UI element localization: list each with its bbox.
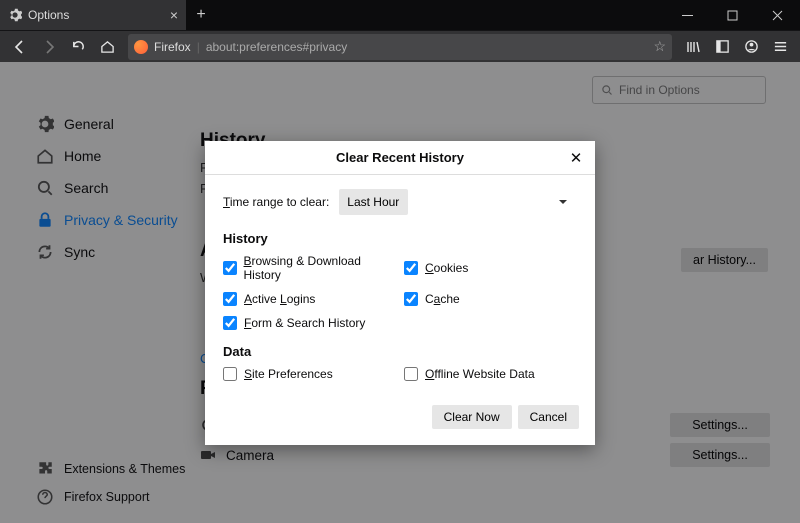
titlebar: Options × + [0, 0, 800, 30]
account-button[interactable] [737, 33, 765, 61]
ck-offline[interactable]: Offline Website Data [404, 367, 577, 381]
tab-title: Options [28, 8, 69, 22]
ck-form[interactable]: Form & Search History [223, 316, 396, 330]
firefox-icon [134, 40, 148, 54]
home-button[interactable] [93, 33, 121, 61]
minimize-button[interactable] [665, 0, 710, 30]
ck-siteprefs[interactable]: Site Preferences [223, 367, 396, 381]
cancel-button[interactable]: Cancel [518, 405, 579, 429]
bookmark-star-icon[interactable]: ☆ [653, 38, 666, 55]
new-tab-button[interactable]: + [186, 0, 216, 30]
dialog-close-button[interactable]: ✕ [567, 149, 585, 167]
ck-cookies[interactable]: Cookies [404, 254, 577, 282]
forward-button[interactable] [35, 33, 63, 61]
ck-cache[interactable]: Cache [404, 292, 577, 306]
reload-button[interactable] [64, 33, 92, 61]
url-bar[interactable]: Firefox | about:preferences#privacy ☆ [128, 34, 672, 60]
ck-logins[interactable]: Active Logins [223, 292, 396, 306]
library-button[interactable] [679, 33, 707, 61]
content: General Home Search Privacy & Security S… [0, 62, 800, 523]
menu-button[interactable] [766, 33, 794, 61]
gear-icon [8, 8, 22, 22]
dialog-title: Clear Recent History [233, 150, 567, 165]
navbar: Firefox | about:preferences#privacy ☆ [0, 30, 800, 62]
sidebar-button[interactable] [708, 33, 736, 61]
clear-now-button[interactable]: Clear Now [432, 405, 512, 429]
close-icon[interactable]: × [170, 7, 178, 23]
tab-options[interactable]: Options × [0, 0, 186, 30]
url-text: about:preferences#privacy [206, 40, 347, 54]
maximize-button[interactable] [710, 0, 755, 30]
modal-overlay: Clear Recent History ✕ Time range to cle… [0, 62, 800, 523]
window-controls [665, 0, 800, 30]
back-button[interactable] [6, 33, 34, 61]
clear-history-dialog: Clear Recent History ✕ Time range to cle… [205, 141, 595, 445]
url-identity: Firefox [154, 40, 191, 54]
time-range-label: Time range to clear: [223, 195, 329, 209]
dialog-data-heading: Data [223, 344, 577, 359]
time-range-select[interactable]: Last Hour [339, 189, 408, 215]
dialog-history-heading: History [223, 231, 577, 246]
close-window-button[interactable] [755, 0, 800, 30]
ck-browsing[interactable]: Browsing & Download History [223, 254, 396, 282]
